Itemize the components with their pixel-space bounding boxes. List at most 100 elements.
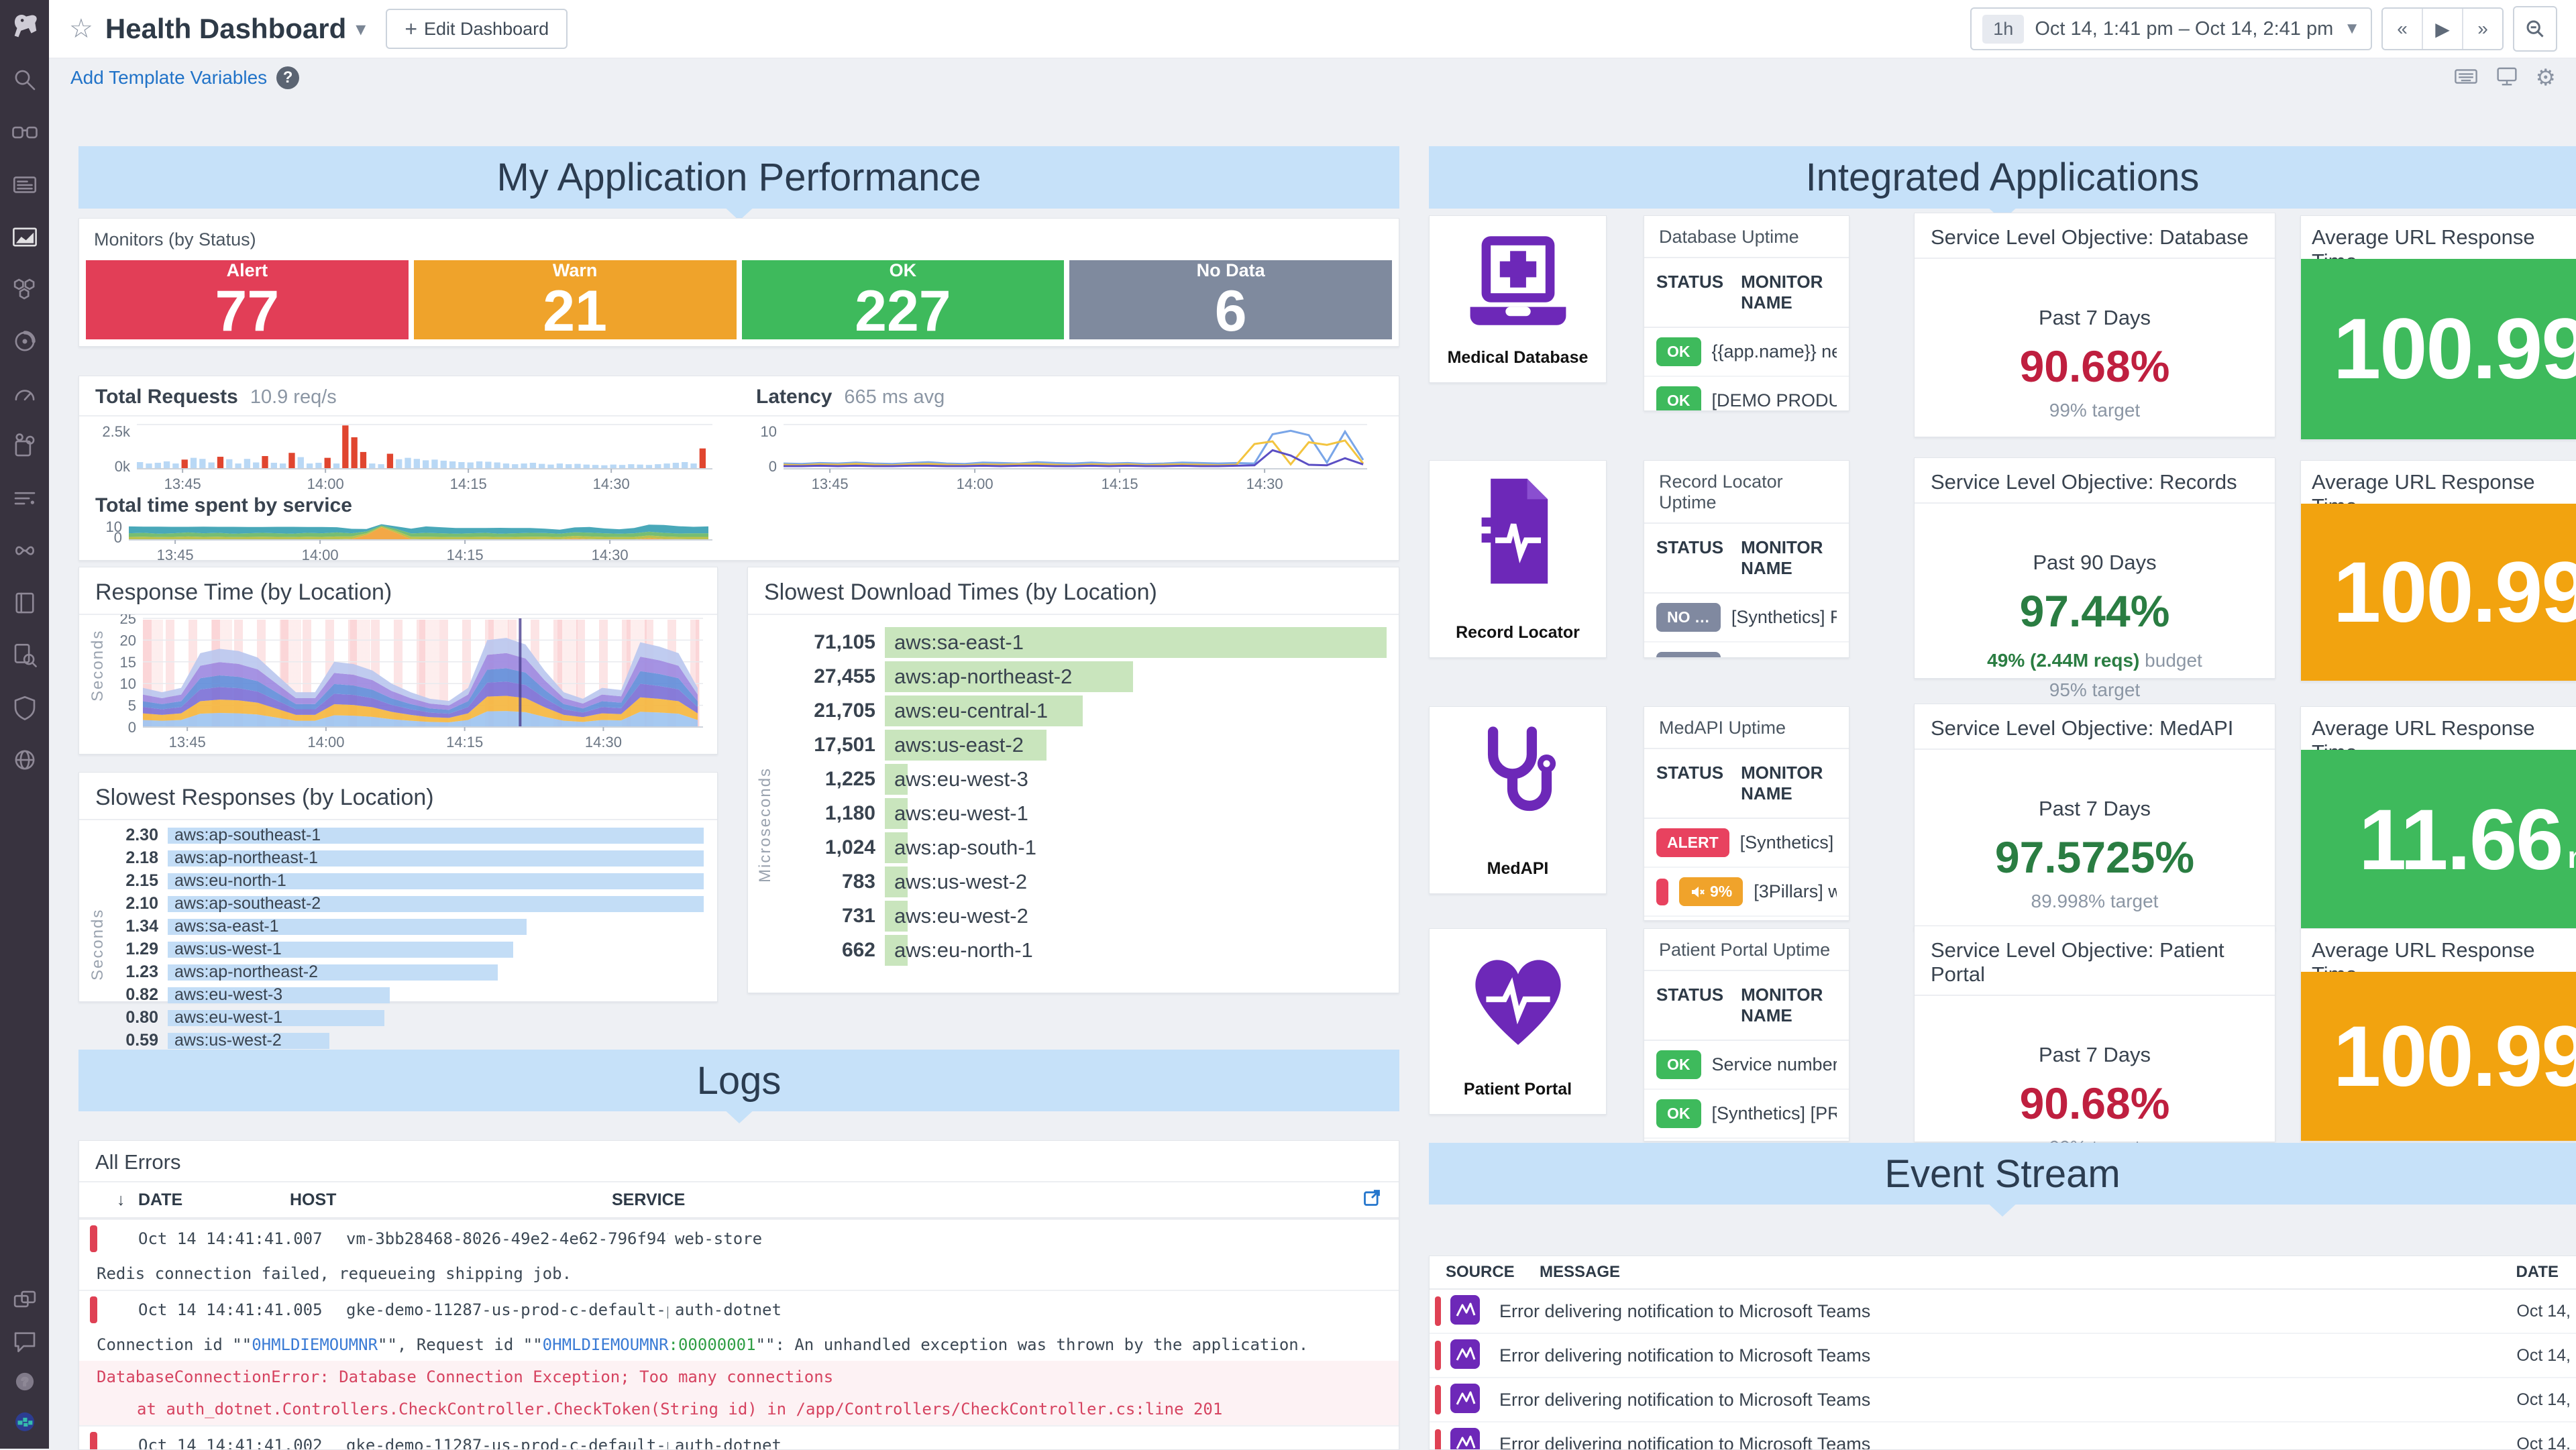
log-entry[interactable]: Oct 14 14:41:41.005gke-demo-11287-us-pro… (79, 1290, 1399, 1425)
sidebar-item-security[interactable] (0, 681, 49, 734)
monitor-status-block-warn[interactable]: Warn21 (414, 260, 737, 339)
status-badge-alert (1656, 879, 1668, 905)
svg-text:14:30: 14:30 (585, 734, 622, 750)
sidebar-item-workflows[interactable] (0, 1281, 49, 1321)
uptime-monitor-row[interactable]: OKService number-… (1644, 1041, 1849, 1090)
sort-arrow-icon[interactable]: ↓ (117, 1190, 125, 1210)
hbar-row[interactable]: 0.59 aws:us-west-2 (99, 1031, 704, 1050)
time-play-button[interactable]: ▶ (2423, 9, 2463, 49)
hbar-row[interactable]: 17,501 aws:us-east-2 (768, 730, 1387, 761)
hbar-row[interactable]: 1,180 aws:eu-west-1 (768, 798, 1387, 829)
uptime-monitor-row[interactable]: OK[Synthetics] [PR… (1644, 1090, 1849, 1139)
uptime-monitor-row[interactable]: A[Siti] There are … (1644, 917, 1849, 921)
title-chevron-down-icon[interactable]: ▾ (356, 17, 366, 41)
total-time-chart[interactable]: 10013:4514:0014:1514:30 (95, 518, 712, 560)
event-source-icon (1450, 1383, 1481, 1417)
sidebar-item-synthetics[interactable] (0, 734, 49, 786)
slo-value: 90.68% (1915, 1078, 2275, 1129)
sidebar-item-support-chat[interactable] (0, 1321, 49, 1361)
hbar-row[interactable]: 1,024 aws:ap-south-1 (768, 832, 1387, 863)
app-icon-card-patient-portal[interactable]: Patient Portal (1429, 928, 1607, 1115)
hbar-row[interactable]: 2.30 aws:ap-southeast-1 (99, 826, 704, 845)
hbar-row[interactable]: 1,225 aws:eu-west-3 (768, 764, 1387, 795)
time-forward-button[interactable]: » (2463, 9, 2502, 49)
event-row[interactable]: Error delivering notification to Microso… (1430, 1378, 2576, 1423)
svg-text:14:00: 14:00 (957, 476, 994, 492)
app-icon-card-record-locator[interactable]: Record Locator (1429, 460, 1607, 658)
hbar-row[interactable]: 0.82 aws:eu-west-3 (99, 985, 704, 1005)
open-in-log-explorer-icon[interactable] (1362, 1188, 1381, 1212)
hbar-row[interactable]: 783 aws:us-west-2 (768, 867, 1387, 897)
monitor-status-block-alert[interactable]: Alert77 (86, 260, 409, 339)
hbar-row[interactable]: 1.23 aws:ap-northeast-2 (99, 962, 704, 982)
uptime-monitor-row[interactable]: OK{{app.name}} ne… (1644, 328, 1849, 377)
hbar-row[interactable]: 1.29 aws:us-west-1 (99, 940, 704, 959)
total-requests-value: 10.9 req/s (250, 386, 337, 408)
slowest-responses-bars[interactable]: 2.30 aws:ap-southeast-1 2.18 aws:ap-nort… (99, 822, 704, 1054)
avg-response-widget: Average URL Response Time 100.99ms (2300, 460, 2576, 681)
sidebar-item-watchdog[interactable] (0, 106, 49, 158)
event-row[interactable]: Error delivering notification to Microso… (1430, 1423, 2576, 1450)
sidebar-item-notebooks[interactable] (0, 577, 49, 629)
event-row[interactable]: Error delivering notification to Microso… (1430, 1290, 2576, 1334)
datadog-logo-icon[interactable] (0, 0, 49, 54)
sidebar-item-integrations[interactable] (0, 420, 49, 472)
hbar-row[interactable]: 2.10 aws:ap-southeast-2 (99, 894, 704, 913)
monitor-status-block-no-data[interactable]: No Data6 (1069, 260, 1392, 339)
latency-chart[interactable]: 10013:4514:0014:1514:30 (750, 421, 1367, 493)
app-icon-card-medapi[interactable]: MedAPI (1429, 706, 1607, 894)
slowest-download-bars[interactable]: 71,105 aws:sa-east-1 27,455 aws:ap-north… (768, 624, 1387, 969)
sidebar-item-events[interactable] (0, 158, 49, 211)
event-row[interactable]: Error delivering notification to Microso… (1430, 1334, 2576, 1378)
add-template-variables-link[interactable]: Add Template Variables (70, 67, 267, 89)
sidebar-item-infrastructure[interactable] (0, 263, 49, 315)
edit-dashboard-button[interactable]: +Edit Dashboard (386, 9, 568, 49)
time-chip: 1h (1982, 15, 2024, 44)
slo-period: Past 7 Days (1915, 306, 2275, 330)
help-icon[interactable]: ? (276, 66, 299, 89)
hbar-row[interactable]: 2.15 aws:eu-north-1 (99, 871, 704, 891)
latency-label: Latency (756, 386, 832, 408)
event-source-icon (1450, 1427, 1481, 1450)
favorite-star-icon[interactable]: ☆ (69, 13, 93, 44)
svg-text:14:30: 14:30 (593, 476, 630, 492)
uptime-monitor-row[interactable]: OKService ad-aucti… (1644, 1139, 1849, 1141)
sidebar-item-ci-pipelines[interactable] (0, 524, 49, 577)
uptime-monitor-row[interactable]: 9%[3Pillars] web-st… (1644, 868, 1849, 917)
sidebar-item-log-explorer[interactable] (0, 629, 49, 681)
hbar-row[interactable]: 662 aws:eu-north-1 (768, 935, 1387, 966)
monitor-status-block-ok[interactable]: OK227 (742, 260, 1065, 339)
hbar-row[interactable]: 0.80 aws:eu-west-1 (99, 1008, 704, 1027)
sidebar-item-metrics[interactable] (0, 368, 49, 420)
sidebar-item-apm[interactable] (0, 315, 49, 368)
time-back-button[interactable]: « (2383, 9, 2423, 49)
uptime-monitor-row[interactable]: NO …[Synthetics] DAS… (1644, 643, 1849, 658)
sidebar-item-search[interactable] (0, 54, 49, 106)
total-requests-chart[interactable]: 2.5k0k13:4514:0014:1514:30 (95, 421, 712, 493)
hbar-row[interactable]: 2.18 aws:ap-northeast-1 (99, 848, 704, 868)
sidebar-item-dashboards[interactable] (0, 211, 49, 263)
uptime-monitor-row[interactable]: NO …[Synthetics] Fati… (1644, 594, 1849, 643)
sidebar-item-help[interactable]: ? (0, 1361, 49, 1402)
time-range-picker[interactable]: 1h Oct 14, 1:41 pm – Oct 14, 2:41 pm ▼ (1970, 7, 2372, 50)
slo-widget: Service Level Objective: Patient Portal … (1914, 926, 2275, 1142)
widget-title: Slowest Responses (by Location) (79, 773, 717, 820)
hbar-row[interactable]: 21,705 aws:eu-central-1 (768, 695, 1387, 726)
zoom-out-button[interactable] (2513, 6, 2557, 52)
hbar-row[interactable]: 1.34 aws:sa-east-1 (99, 917, 704, 936)
response-time-chart[interactable]: 051015202513:4514:0014:1514:30 (106, 614, 710, 750)
hbar-row[interactable]: 27,455 aws:ap-northeast-2 (768, 661, 1387, 692)
widget-title: Response Time (by Location) (79, 567, 717, 615)
sidebar-item-user-avatar[interactable] (0, 1402, 49, 1442)
svg-text:5: 5 (128, 698, 136, 714)
uptime-monitor-row[interactable]: ALERT[Synthetics] sho… (1644, 819, 1849, 868)
slo-widget: Service Level Objective: MedAPI Past 7 D… (1914, 704, 2275, 931)
hbar-row[interactable]: 731 aws:eu-west-2 (768, 901, 1387, 932)
log-entry[interactable]: Oct 14 14:41:41.007vm-3bb28468-8026-49e2… (79, 1219, 1399, 1290)
app-icon-card-medical-database[interactable]: Medical Database (1429, 215, 1607, 383)
medical-database-icon (1461, 229, 1575, 347)
hbar-row[interactable]: 71,105 aws:sa-east-1 (768, 627, 1387, 658)
uptime-monitor-row[interactable]: OK[DEMO PRODUC… (1644, 377, 1849, 411)
log-entry[interactable]: Oct 14 14:41:41.002gke-demo-11287-us-pro… (79, 1425, 1399, 1450)
sidebar-item-logs[interactable] (0, 472, 49, 524)
